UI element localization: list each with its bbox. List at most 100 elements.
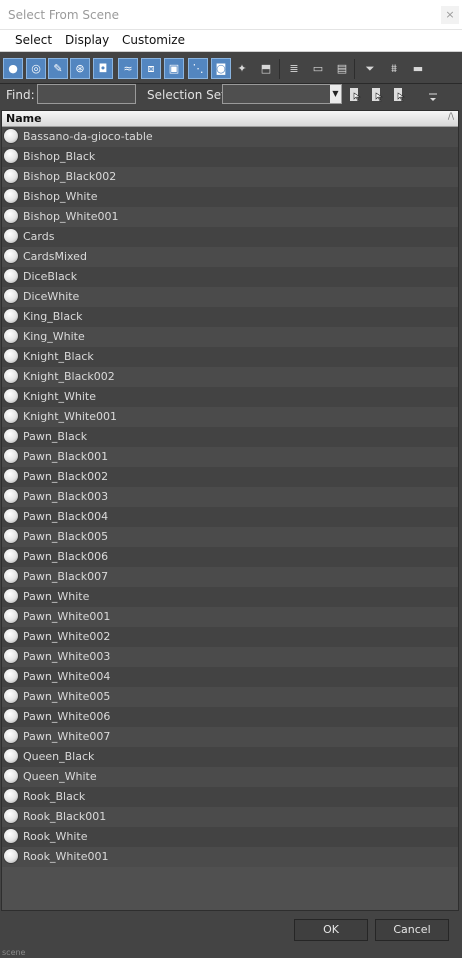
close-button[interactable]: × (441, 6, 459, 24)
list-item[interactable]: Pawn_White (2, 587, 458, 607)
list-item-label: Pawn_Black004 (23, 510, 109, 523)
list-item-label: Queen_White (23, 770, 97, 783)
list-item[interactable]: Rook_Black (2, 787, 458, 807)
geometry-sphere-icon (4, 669, 18, 683)
chevron-down-icon[interactable]: ▼ (330, 85, 341, 103)
geometry-sphere-icon (4, 309, 18, 323)
list-item[interactable]: Knight_Black002 (2, 367, 458, 387)
list-item[interactable]: Pawn_Black (2, 427, 458, 447)
list-item-label: Pawn_Black001 (23, 450, 109, 463)
list-item[interactable]: Pawn_White005 (2, 687, 458, 707)
geometry-sphere-icon (4, 689, 18, 703)
geometry-sphere-icon (4, 829, 18, 843)
object-list[interactable]: Name /\ Bassano-da-gioco-table Bishop_Bla… (1, 110, 459, 911)
list-item-label: Bishop_Black (23, 150, 96, 163)
list-item[interactable]: Bishop_Black002 (2, 167, 458, 187)
list-item-label: Pawn_White006 (23, 710, 111, 723)
geometry-sphere-icon (4, 769, 18, 783)
geometry-sphere-icon (4, 229, 18, 243)
list-item[interactable]: Knight_White001 (2, 407, 458, 427)
filter-options-icon-glyph: ⩩ (391, 61, 397, 75)
geometry-sphere-icon (4, 149, 18, 163)
column-white-icon[interactable]: ▭ (308, 58, 328, 79)
geometry-sphere-icon (4, 169, 18, 183)
list-item[interactable]: Rook_White001 (2, 847, 458, 867)
display-shapes-icon[interactable]: ◎ (26, 58, 46, 79)
footer: OK Cancel scene (0, 911, 462, 958)
list-item[interactable]: Bishop_White (2, 187, 458, 207)
list-item[interactable]: Pawn_White002 (2, 627, 458, 647)
list-item[interactable]: Bishop_White001 (2, 207, 458, 227)
list-item[interactable]: Queen_Black (2, 747, 458, 767)
options-chevron-icon[interactable] (423, 86, 443, 107)
geometry-sphere-icon (4, 549, 18, 563)
display-helpers-icon[interactable]: ◘ (93, 58, 113, 79)
geometry-sphere-icon (4, 789, 18, 803)
list-item[interactable]: DiceBlack (2, 267, 458, 287)
list-item-label: Pawn_White003 (23, 650, 111, 663)
display-containers-icon[interactable]: ◙ (211, 58, 231, 79)
list-item[interactable]: Rook_White (2, 827, 458, 847)
display-frozen-icon[interactable]: ✦ (232, 58, 252, 79)
ok-button[interactable]: OK (294, 919, 368, 941)
display-xrefs-icon[interactable]: ▣ (164, 58, 184, 79)
list-item[interactable]: Pawn_White007 (2, 727, 458, 747)
list-item-label: Pawn_Black (23, 430, 88, 443)
display-cameras-icon[interactable]: ⊛ (70, 58, 90, 79)
list-item[interactable]: Knight_Black (2, 347, 458, 367)
geometry-sphere-icon (4, 369, 18, 383)
display-hidden-icon[interactable]: ⬒ (256, 58, 276, 79)
list-item[interactable]: Pawn_Black007 (2, 567, 458, 587)
find-input[interactable] (37, 84, 136, 104)
sort-ascending-icon: /\ (447, 112, 454, 122)
layer-icon[interactable]: ▬ (408, 58, 428, 79)
list-item[interactable]: Bishop_Black (2, 147, 458, 167)
list-item-label: Bishop_White001 (23, 210, 119, 223)
list-item[interactable]: King_White (2, 327, 458, 347)
display-spacewarps-icon[interactable]: ≈ (118, 58, 138, 79)
geometry-sphere-icon (4, 249, 18, 263)
menu-display[interactable]: Display (65, 33, 109, 47)
list-item[interactable]: Pawn_White006 (2, 707, 458, 727)
menu-customize[interactable]: Customize (122, 33, 185, 47)
filter-options-icon[interactable]: ⩩ (384, 58, 404, 79)
list-item[interactable]: Queen_White (2, 767, 458, 787)
list-item[interactable]: CardsMixed (2, 247, 458, 267)
filter-icon[interactable]: ⏷ (360, 58, 380, 79)
column-list-icon[interactable]: ≣ (284, 58, 304, 79)
list-item[interactable]: Cards (2, 227, 458, 247)
geometry-sphere-icon (4, 749, 18, 763)
display-lights-icon[interactable]: ✎ (48, 58, 68, 79)
column-header-name[interactable]: Name /\ (2, 111, 458, 127)
list-item[interactable]: Pawn_Black005 (2, 527, 458, 547)
list-item[interactable]: Pawn_Black002 (2, 467, 458, 487)
geometry-sphere-icon (4, 629, 18, 643)
select-none-icon[interactable] (368, 84, 388, 105)
list-item[interactable]: Bassano-da-gioco-table (2, 127, 458, 147)
list-item[interactable]: Pawn_Black003 (2, 487, 458, 507)
select-all-icon[interactable] (346, 84, 366, 105)
column-doc-icon[interactable]: ▤ (332, 58, 352, 79)
list-item[interactable]: DiceWhite (2, 287, 458, 307)
geometry-sphere-icon (4, 529, 18, 543)
selection-set-dropdown[interactable]: ▼ (222, 84, 342, 104)
list-item[interactable]: Pawn_White004 (2, 667, 458, 687)
display-geometry-icon[interactable]: ● (3, 58, 23, 79)
list-item-label: King_Black (23, 310, 83, 323)
menu-select[interactable]: Select (15, 33, 52, 47)
list-item[interactable]: Pawn_Black006 (2, 547, 458, 567)
find-label: Find: (6, 88, 35, 102)
selection-set-label: Selection Set: (147, 88, 230, 102)
display-groups-icon[interactable]: ⧈ (141, 58, 161, 79)
cancel-button[interactable]: Cancel (375, 919, 449, 941)
list-item-label: CardsMixed (23, 250, 87, 263)
list-item[interactable]: Knight_White (2, 387, 458, 407)
list-item[interactable]: Pawn_Black004 (2, 507, 458, 527)
list-item[interactable]: Rook_Black001 (2, 807, 458, 827)
list-item[interactable]: Pawn_Black001 (2, 447, 458, 467)
list-item[interactable]: Pawn_White001 (2, 607, 458, 627)
list-item[interactable]: King_Black (2, 307, 458, 327)
select-invert-icon[interactable] (390, 84, 410, 105)
display-bones-icon[interactable]: ⋱ (188, 58, 208, 79)
list-item[interactable]: Pawn_White003 (2, 647, 458, 667)
